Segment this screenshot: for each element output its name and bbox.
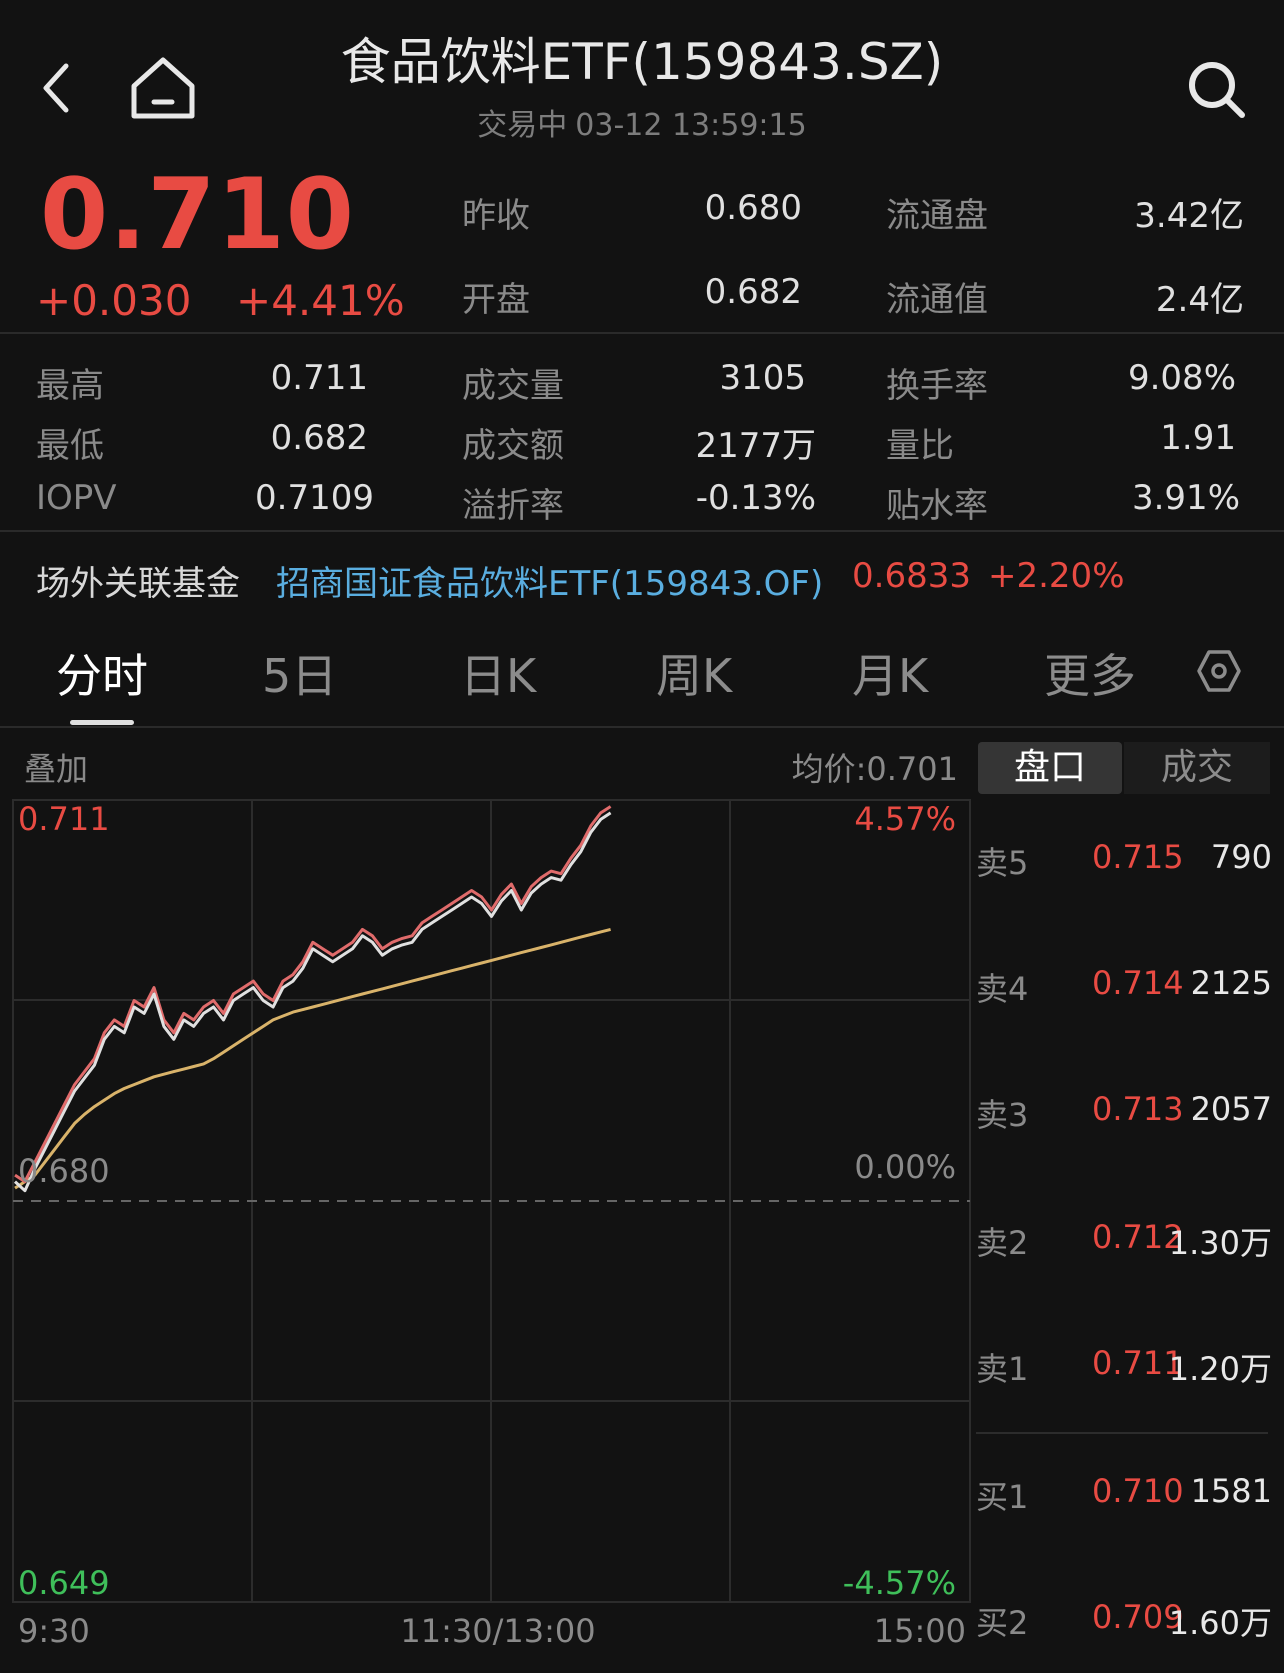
tab-monthly-k[interactable]: 月K [852,640,928,706]
tab-trades[interactable]: 成交 [1124,742,1270,794]
ask-4-label: 卖4 [976,964,1028,1010]
search-button[interactable] [1182,52,1252,126]
order-book-row: 卖5 0.715 790 [976,838,1272,878]
bid-1-price: 0.710 [1092,1472,1184,1510]
prev-close-label: 昨收 [462,188,530,237]
tab-more[interactable]: 更多 [1044,640,1136,706]
float-value-value: 2.4亿 [1060,272,1244,321]
ask-5-volume: 790 [1211,838,1272,876]
active-tab-indicator [70,720,134,725]
float-shares-label: 流通盘 [886,188,988,237]
x-axis-mid-time: 11:30/13:00 [400,1612,595,1650]
y-axis-top-pct: 4.57% [854,800,956,838]
ask-3-price: 0.713 [1092,1090,1184,1128]
float-shares-value: 3.42亿 [1060,188,1244,237]
ask-5-price: 0.715 [1092,838,1184,876]
order-book-row: 卖1 0.711 1.20万 [976,1344,1272,1384]
ask-3-volume: 2057 [1191,1090,1272,1128]
tab-5day[interactable]: 5日 [262,640,337,706]
related-fund-label: 场外关联基金 [36,556,240,605]
related-fund-change: +2.20% [988,556,1125,596]
overlay-button[interactable]: 叠加 [24,750,88,788]
high-value: 0.711 [200,358,368,398]
ask-1-label: 卖1 [976,1344,1028,1390]
iopv-label: IOPV [36,478,117,518]
x-axis-end-time: 15:00 [874,1612,966,1650]
current-price: 0.710 [40,158,355,272]
volume-value: 3105 [640,358,806,398]
price-change: +0.030 [36,276,191,325]
tab-order-book[interactable]: 盘口 [978,742,1122,794]
ask-4-price: 0.714 [1092,964,1184,1002]
open-label: 开盘 [462,272,530,321]
low-value: 0.682 [200,418,368,458]
tab-intraday[interactable]: 分时 [56,640,148,706]
price-change-pct: +4.41% [236,276,405,325]
order-book-row: 买2 0.709 1.60万 [976,1598,1272,1638]
order-book-row: 卖2 0.712 1.30万 [976,1218,1272,1258]
page-title: 食品饮料ETF(159843.SZ) [0,22,1284,94]
y-axis-top-price: 0.711 [18,800,110,838]
order-book-row: 卖3 0.713 2057 [976,1090,1272,1130]
trading-status: 交易中03-12 13:59:15 [0,100,1284,144]
divider [0,530,1284,532]
low-label: 最低 [36,418,104,467]
bid-2-label: 买2 [976,1598,1028,1644]
chart-series-group [15,807,611,1191]
volume-label: 成交量 [462,358,564,407]
turnover-label: 成交额 [462,418,564,467]
search-icon [1182,52,1252,126]
ask-2-volume: 1.30万 [1169,1218,1272,1264]
price-line [15,813,611,1191]
high-label: 最高 [36,358,104,407]
turnover-rate-value: 9.08% [1060,358,1236,398]
order-book-row: 卖4 0.714 2125 [976,964,1272,1004]
prev-close-value: 0.680 [640,188,802,228]
tab-daily-k[interactable]: 日K [460,640,536,706]
y-axis-bottom-pct: -4.57% [843,1564,956,1602]
order-book-divider [976,1432,1268,1434]
discount-value: 3.91% [1060,478,1240,518]
ask-3-label: 卖3 [976,1090,1028,1136]
status-datetime: 03-12 13:59:15 [575,108,806,143]
ask-5-label: 卖5 [976,838,1028,884]
discount-label: 贴水率 [886,478,988,527]
divider [0,726,1284,728]
turnover-rate-label: 换手率 [886,358,988,407]
y-axis-mid-price: 0.680 [18,1152,110,1190]
premium-value: -0.13% [640,478,816,518]
x-axis-start-time: 9:30 [18,1612,90,1650]
ask-4-volume: 2125 [1191,964,1272,1002]
iopv-value: 0.7109 [200,478,374,518]
bid-1-volume: 1581 [1191,1472,1272,1510]
float-value-label: 流通值 [886,272,988,321]
premium-label: 溢折率 [462,478,564,527]
status-text: 交易中 [477,108,567,143]
related-fund-link[interactable]: 招商国证食品饮料ETF(159843.OF) [276,556,823,605]
ask-1-volume: 1.20万 [1169,1344,1272,1390]
order-book-tabs: 盘口 成交 [978,742,1270,794]
settings-hexagon-icon [1196,648,1242,694]
turnover-value: 2177万 [640,418,816,467]
related-fund-price: 0.6833 [852,556,971,596]
open-value: 0.682 [640,272,802,312]
overlay-price-line [15,807,611,1182]
average-price-label: 均价:0.701 [792,750,958,788]
ask-2-label: 卖2 [976,1218,1028,1264]
intraday-chart[interactable]: 叠加 均价:0.701 0.711 4.57% 0.680 0.00% 0.64… [0,730,976,1670]
tab-weekly-k[interactable]: 周K [656,640,732,706]
volume-ratio-label: 量比 [886,418,954,467]
chart-settings-button[interactable] [1196,648,1242,698]
y-axis-mid-pct: 0.00% [854,1148,956,1186]
divider [0,332,1284,334]
order-book-row: 买1 0.710 1581 [976,1472,1272,1512]
volume-ratio-value: 1.91 [1060,418,1236,458]
bid-1-label: 买1 [976,1472,1028,1518]
bid-2-volume: 1.60万 [1169,1598,1272,1644]
average-price-line [15,929,611,1188]
y-axis-bottom-price: 0.649 [18,1564,110,1602]
